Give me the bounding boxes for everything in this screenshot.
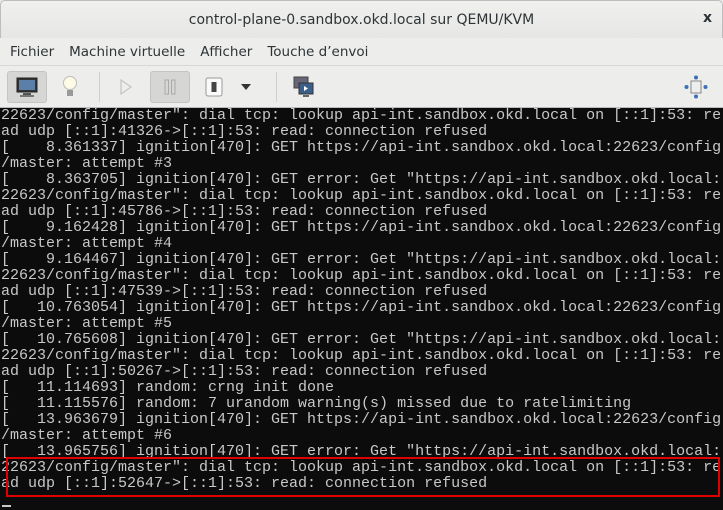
menu-bar: Fichier Machine virtuelle Afficher Touch… <box>0 38 723 66</box>
pause-button[interactable] <box>150 71 190 103</box>
run-button[interactable] <box>111 71 141 103</box>
console-line: 22623/config/master": dial tcp: lookup a… <box>1 267 722 284</box>
lightbulb-icon <box>63 76 77 96</box>
console-icon <box>16 77 38 97</box>
fullscreen-button[interactable] <box>681 71 711 103</box>
menu-afficher[interactable]: Afficher <box>200 44 252 60</box>
console-line: /master: attempt #6 <box>1 427 173 444</box>
console-line: [ 9.164467] ignition[470]: GET error: Ge… <box>1 251 722 268</box>
console-line: 22623/config/master": dial tcp: lookup a… <box>1 108 722 124</box>
snapshots-icon <box>293 76 314 97</box>
console-line: /master: attempt #5 <box>1 315 173 332</box>
shutdown-button[interactable] <box>199 71 229 103</box>
window-title: control-plane-0.sandbox.okd.local sur QE… <box>188 11 535 28</box>
console-line: 22623/config/master": dial tcp: lookup a… <box>1 187 722 204</box>
play-icon <box>120 78 133 96</box>
console-output: 22623/config/master": dial tcp: lookup a… <box>0 108 723 492</box>
console-line: [ 8.361337] ignition[470]: GET https://a… <box>1 139 722 156</box>
console-line: ad udp [::1]:50267->[::1]:53: read: conn… <box>1 363 488 380</box>
console-line: [ 8.363705] ignition[470]: GET error: Ge… <box>1 171 722 188</box>
fullscreen-icon <box>684 75 708 99</box>
console-line: [ 10.763054] ignition[470]: GET https://… <box>1 299 722 316</box>
console-button[interactable] <box>7 71 47 103</box>
console-line: ad udp [::1]:41326->[::1]:53: read: conn… <box>1 123 488 140</box>
console-line: 22623/config/master": dial tcp: lookup a… <box>1 347 722 364</box>
highlight-box <box>6 457 720 497</box>
console-line: [ 9.162428] ignition[470]: GET https://a… <box>1 219 722 236</box>
console-line: /master: attempt #3 <box>1 155 173 172</box>
console-line: [ 11.115576] random: 7 urandom warning(s… <box>1 395 632 412</box>
window-titlebar[interactable]: control-plane-0.sandbox.okd.local sur QE… <box>0 0 723 38</box>
console-line: /master: attempt #4 <box>1 235 173 252</box>
details-button[interactable] <box>55 71 85 103</box>
console-line: ad udp [::1]:45786->[::1]:53: read: conn… <box>1 203 488 220</box>
console-line: [ 11.114693] random: crng init done <box>1 379 335 396</box>
console-line: [ 10.765608] ignition[470]: GET error: G… <box>1 331 722 348</box>
console-line: [ 13.963679] ignition[470]: GET https://… <box>1 411 722 428</box>
text-cursor <box>2 505 11 507</box>
shutdown-menu-button[interactable] <box>236 71 256 103</box>
snapshots-button[interactable] <box>289 71 319 103</box>
vm-console[interactable]: 22623/config/master": dial tcp: lookup a… <box>0 108 723 510</box>
console-line: ad udp [::1]:47539->[::1]:53: read: conn… <box>1 283 488 300</box>
pause-icon <box>164 79 176 95</box>
toolbar <box>0 66 723 108</box>
menu-fichier[interactable]: Fichier <box>10 44 54 60</box>
chevron-down-icon <box>241 84 251 90</box>
power-switch-icon <box>205 77 223 97</box>
menu-machine-virtuelle[interactable]: Machine virtuelle <box>69 44 185 60</box>
close-button[interactable]: x <box>703 10 712 26</box>
menu-touche-envoi[interactable]: Touche d’envoi <box>267 44 368 60</box>
